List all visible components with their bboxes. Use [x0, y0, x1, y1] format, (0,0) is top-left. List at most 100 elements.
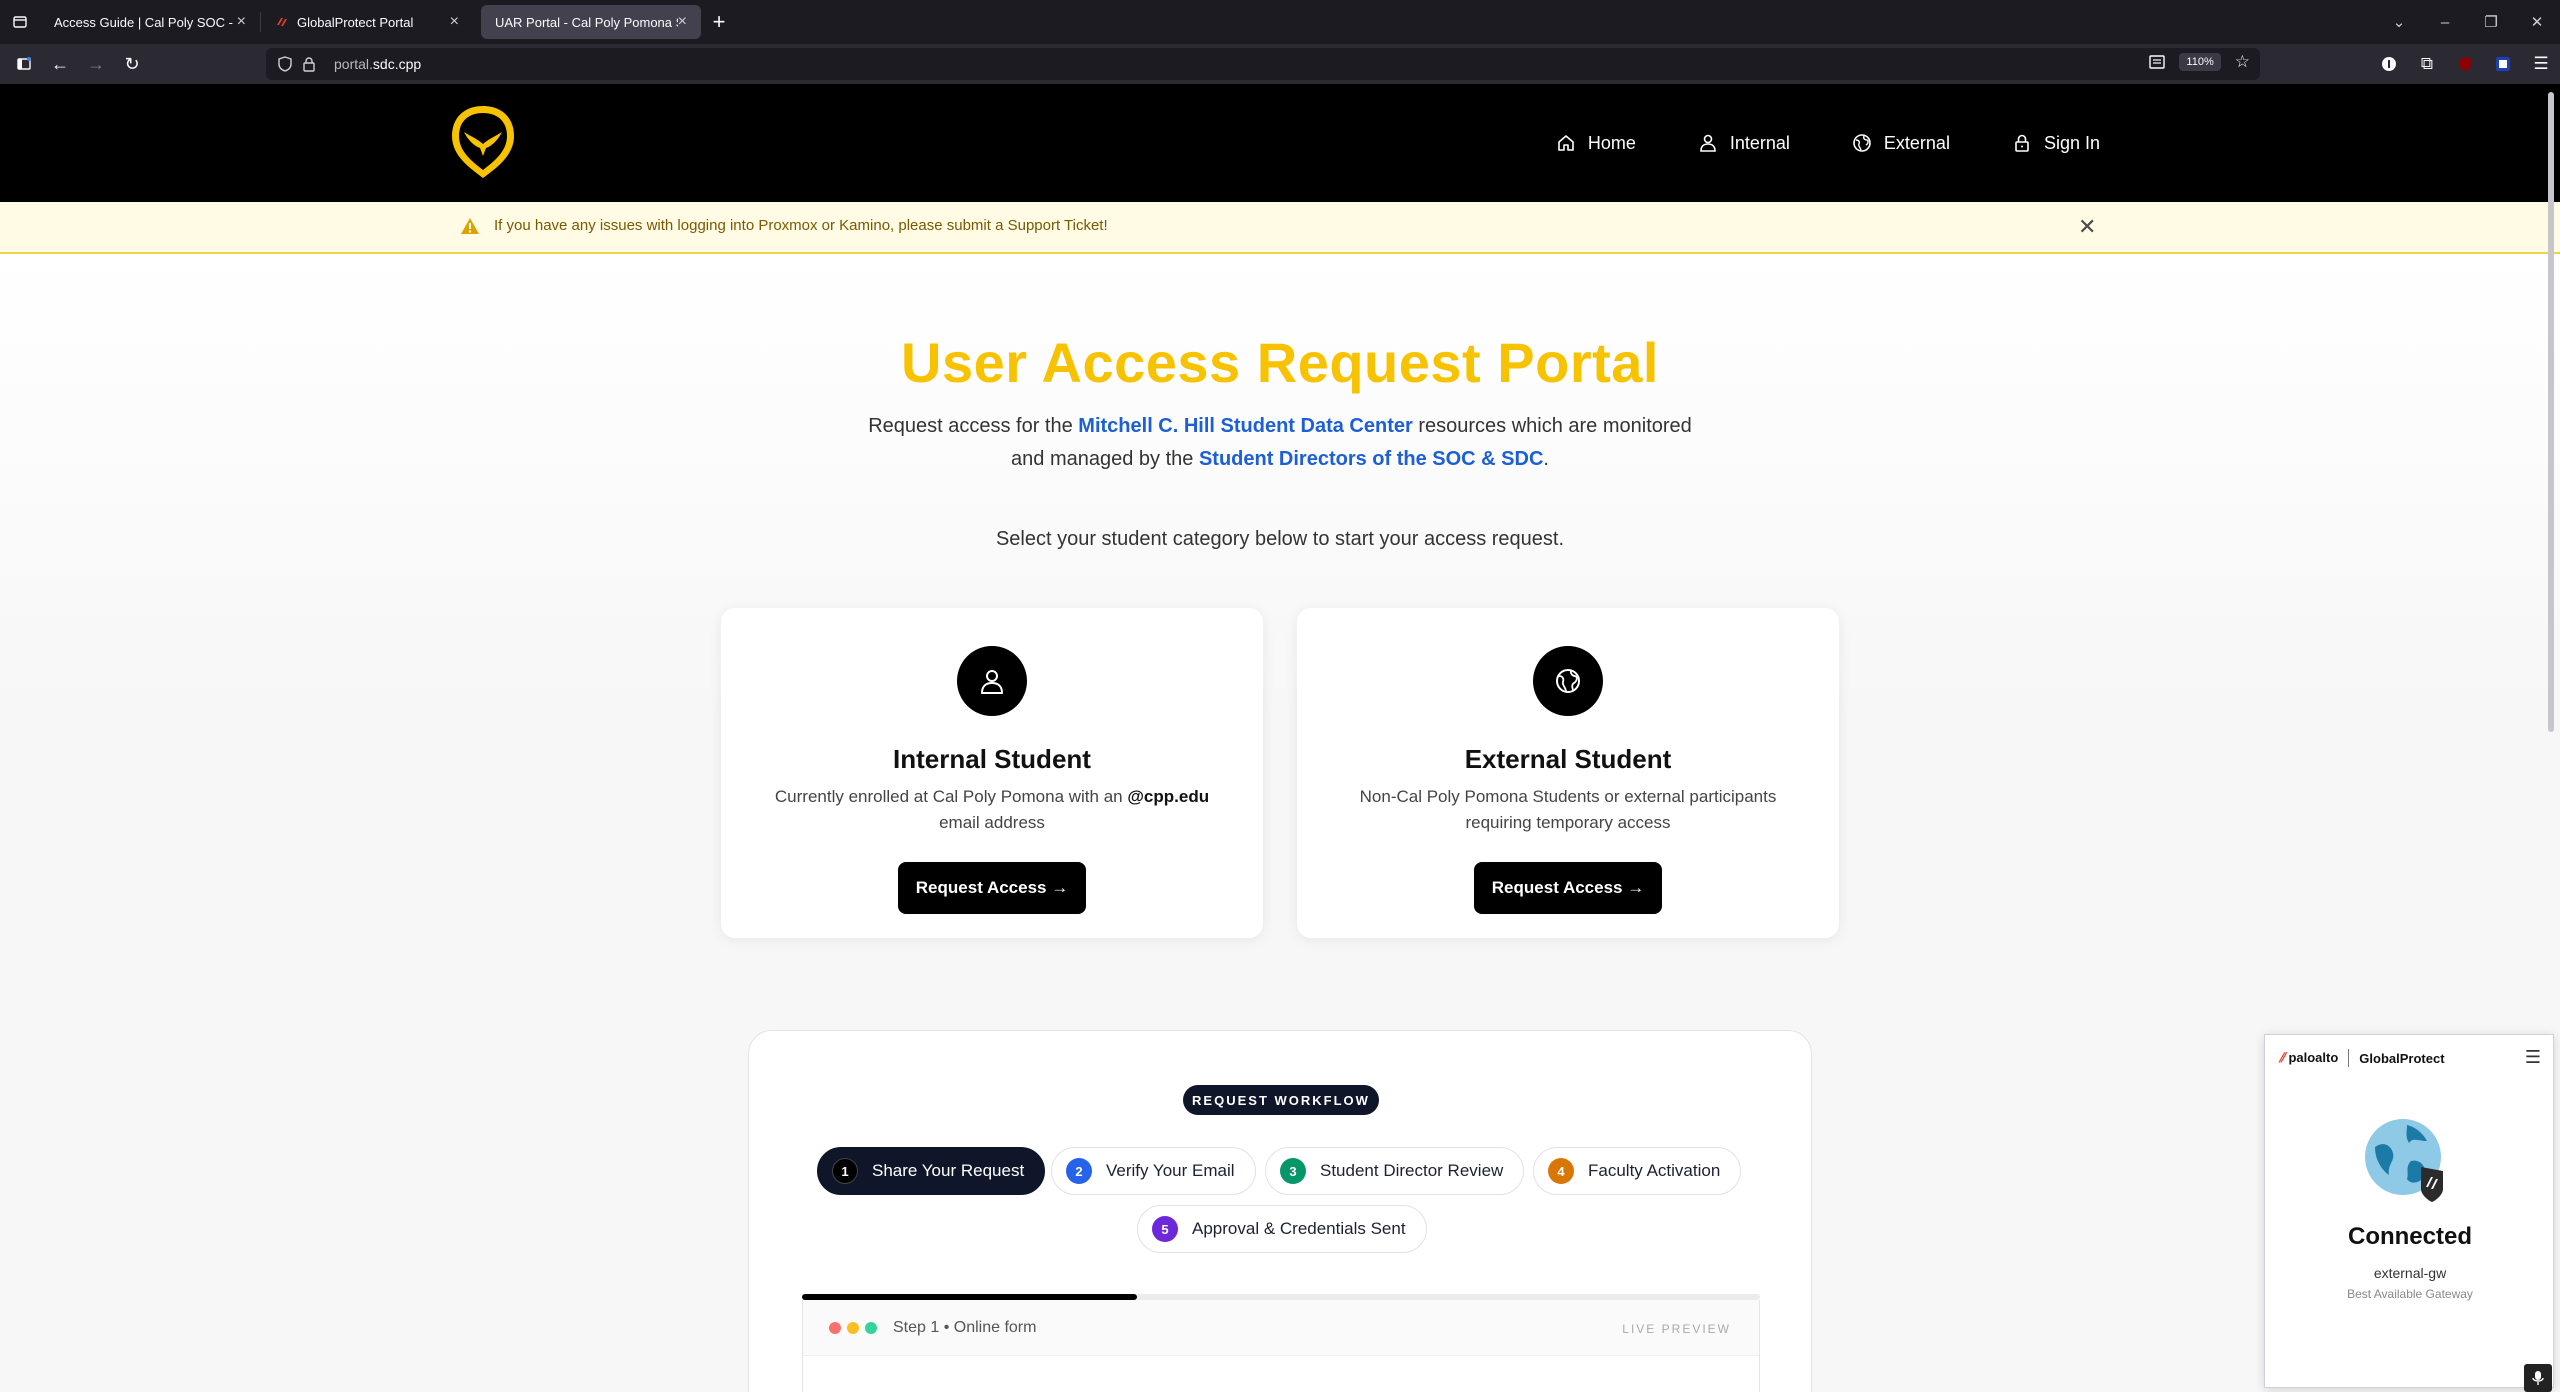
- internal-request-access-button[interactable]: Request Access →: [898, 862, 1086, 914]
- nav-home-link[interactable]: Home: [1556, 133, 1636, 154]
- hero-sub-text: .: [1543, 448, 1549, 470]
- minimize-icon[interactable]: –: [2422, 14, 2468, 31]
- product-name: GlobalProtect: [2359, 1050, 2445, 1066]
- hero-description: Request access for the Mitchell C. Hill …: [860, 410, 1700, 476]
- brand-name: paloalto: [2288, 1050, 2339, 1065]
- nav-external-label: External: [1883, 132, 1950, 153]
- sdc-link[interactable]: Mitchell C. Hill Student Data Center: [1078, 415, 1412, 437]
- step-label: Student Director Review: [1320, 1161, 1504, 1180]
- url-prefix: portal.: [334, 56, 373, 72]
- close-icon[interactable]: ✕: [2078, 214, 2096, 240]
- paloalto-logo: ⫽ paloalto: [2279, 1050, 2339, 1065]
- close-icon[interactable]: ×: [678, 13, 687, 31]
- card-description: Currently enrolled at Cal Poly Pomona wi…: [761, 784, 1223, 836]
- step-number: 3: [1280, 1158, 1306, 1184]
- category-prompt: Select your student category below to st…: [995, 528, 1565, 550]
- workflow-badge: REQUEST WORKFLOW: [1183, 1085, 1379, 1115]
- tab-title: Access Guide | Cal Poly SOC - How t: [54, 14, 237, 30]
- menu-hamburger-icon[interactable]: ☰: [2525, 1047, 2541, 1068]
- ublock-extension-icon[interactable]: [2446, 44, 2484, 84]
- card-desc-text: email address: [939, 813, 1045, 832]
- workflow-step-2[interactable]: 2 Verify Your Email: [1051, 1147, 1256, 1195]
- card-desc-text: Currently enrolled at Cal Poly Pomona wi…: [774, 787, 1128, 806]
- step-number: 1: [832, 1158, 858, 1184]
- home-icon: [1558, 135, 1574, 151]
- tab-list-button[interactable]: [0, 0, 40, 44]
- menu-hamburger-icon[interactable]: ☰: [2522, 44, 2560, 84]
- lock-icon[interactable]: [302, 56, 316, 72]
- reload-icon[interactable]: ↻: [114, 48, 150, 80]
- live-preview-label: LIVE PREVIEW: [1622, 1322, 1731, 1336]
- extensions-puzzle-icon[interactable]: ⧉: [2408, 44, 2446, 84]
- hero-sub-text: Request access for the: [868, 415, 1079, 437]
- bookmark-star-icon[interactable]: ☆: [2235, 52, 2250, 72]
- new-tab-button[interactable]: +: [701, 5, 737, 39]
- live-preview-window: Step 1 • Online form LIVE PREVIEW: [802, 1300, 1760, 1392]
- step-label: Verify Your Email: [1106, 1161, 1235, 1180]
- chevron-down-icon[interactable]: ⌄: [2376, 13, 2422, 31]
- nav-signin-link[interactable]: Sign In: [2012, 133, 2100, 154]
- page-scrollbar[interactable]: [2548, 92, 2554, 732]
- browser-toolbar-right: ⧉ ☰: [2370, 44, 2560, 84]
- close-window-icon[interactable]: ✕: [2514, 13, 2560, 31]
- back-icon[interactable]: ←: [42, 48, 78, 80]
- site-header: Home Internal External Sign In: [0, 84, 2560, 202]
- green-dot-icon: [865, 1321, 877, 1334]
- owl-logo-icon[interactable]: [448, 102, 518, 182]
- internal-student-card: Internal Student Currently enrolled at C…: [721, 608, 1263, 938]
- external-request-access-button[interactable]: Request Access →: [1474, 862, 1662, 914]
- browser-tab[interactable]: Access Guide | Cal Poly SOC - How t ×: [40, 5, 260, 39]
- connection-status: Connected: [2347, 1223, 2472, 1250]
- sidebar-toggle-icon[interactable]: [6, 48, 42, 80]
- step-label: Approval & Credentials Sent: [1192, 1219, 1406, 1238]
- globe-icon: [1853, 134, 1871, 152]
- url-actions: 110% ☆: [2149, 52, 2250, 72]
- nav-internal-link[interactable]: Internal: [1698, 133, 1790, 154]
- zoom-level-badge[interactable]: 110%: [2179, 53, 2221, 71]
- user-icon: [1700, 134, 1716, 152]
- paloalto-favicon-icon: [277, 18, 287, 26]
- nav-external-link[interactable]: External: [1852, 133, 1950, 154]
- account-extension-icon[interactable]: [2484, 44, 2522, 84]
- close-icon[interactable]: ×: [237, 13, 246, 31]
- preview-title: Step 1 • Online form: [893, 1318, 1037, 1336]
- step-label: Faculty Activation: [1588, 1161, 1721, 1180]
- step-label: Share Your Request: [872, 1161, 1025, 1180]
- connected-globe-icon: [2365, 1119, 2443, 1202]
- browser-nav-bar: ← → ↻ portal.sdc.cpp 110% ☆ ⧉ ☰: [0, 44, 2560, 84]
- workflow-step-4[interactable]: 4 Faculty Activation: [1533, 1147, 1742, 1195]
- url-bar[interactable]: portal.sdc.cpp 110% ☆: [266, 48, 2260, 80]
- student-directors-link[interactable]: Student Directors of the SOC & SDC: [1199, 448, 1543, 470]
- reader-view-icon[interactable]: [2149, 55, 2166, 69]
- warning-icon: [461, 218, 479, 234]
- extension-info-icon[interactable]: [2370, 44, 2408, 84]
- main-content: User Access Request Portal Request acces…: [0, 254, 2560, 1392]
- card-desc-email: @cpp.edu: [1127, 787, 1210, 806]
- tab-list-icon: [13, 16, 27, 28]
- yellow-dot-icon: [847, 1321, 859, 1334]
- shield-icon[interactable]: [278, 56, 292, 72]
- gateway-name[interactable]: external-gw: [2265, 1265, 2555, 1281]
- forward-icon[interactable]: →: [78, 48, 114, 80]
- divider: [2348, 1049, 2350, 1067]
- red-dot-icon: [829, 1321, 841, 1334]
- site-nav: Home Internal External Sign In: [1556, 84, 2100, 202]
- close-icon[interactable]: ×: [450, 13, 459, 31]
- nav-home-label: Home: [1587, 132, 1636, 153]
- microphone-icon[interactable]: [2524, 1364, 2552, 1392]
- card-title: Internal Student: [893, 744, 1091, 774]
- card-description: Non-Cal Poly Pomona Students or external…: [1359, 787, 1777, 832]
- workflow-step-5[interactable]: 5 Approval & Credentials Sent: [1137, 1205, 1427, 1253]
- step-number: 2: [1066, 1158, 1092, 1184]
- globalprotect-panel: ⫽ paloalto GlobalProtect ☰ Connected ext…: [2264, 1034, 2554, 1388]
- browser-tab-active[interactable]: UAR Portal - Cal Poly Pomona SOC ×: [481, 5, 701, 39]
- restore-icon[interactable]: ❐: [2468, 13, 2514, 31]
- workflow-step-1[interactable]: 1 Share Your Request: [817, 1147, 1046, 1195]
- url-text: portal.sdc.cpp: [334, 56, 421, 72]
- step-number: 5: [1152, 1216, 1178, 1242]
- alert-banner: If you have any issues with logging into…: [0, 202, 2560, 254]
- nav-signin-label: Sign In: [2043, 132, 2100, 153]
- lock-icon: [2015, 134, 2029, 152]
- browser-tab[interactable]: GlobalProtect Portal ×: [261, 5, 473, 39]
- workflow-step-3[interactable]: 3 Student Director Review: [1265, 1147, 1525, 1195]
